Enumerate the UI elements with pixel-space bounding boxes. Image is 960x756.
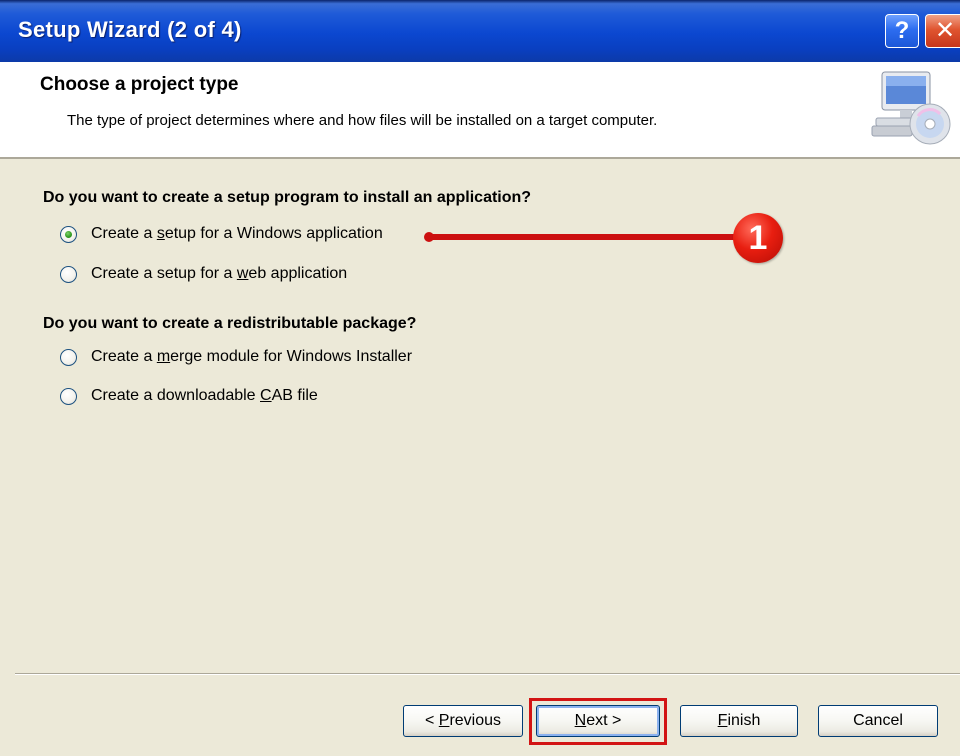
option-web-app[interactable]: Create a setup for a web application	[60, 262, 347, 286]
computer-cd-icon	[871, 71, 951, 145]
window-title: Setup Wizard (2 of 4)	[18, 17, 242, 42]
cancel-button[interactable]: Cancel	[818, 705, 938, 737]
page-description: The type of project determines where and…	[67, 112, 658, 129]
radio-web-app[interactable]	[60, 265, 77, 283]
setup-wizard-dialog: Setup Wizard (2 of 4) ? ✕ Choose a proje…	[0, 0, 960, 756]
option-windows-app[interactable]: Create a setup for a Windows application	[60, 222, 383, 246]
help-button[interactable]: ?	[885, 14, 919, 48]
annotation-badge: 1	[733, 213, 783, 263]
option-merge-module[interactable]: Create a merge module for Windows Instal…	[60, 345, 412, 369]
option-web-app-label[interactable]: Create a setup for a web application	[91, 265, 347, 283]
radio-merge-module[interactable]	[60, 348, 77, 366]
previous-button[interactable]: < Previous	[403, 705, 523, 737]
close-button[interactable]: ✕	[925, 14, 960, 48]
radio-windows-app[interactable]	[60, 225, 77, 243]
option-merge-module-label[interactable]: Create a merge module for Windows Instal…	[91, 348, 412, 366]
radio-cab-file[interactable]	[60, 387, 77, 405]
annotation-line-end	[424, 232, 434, 242]
footer-divider-highlight	[15, 674, 960, 675]
question-redistributable: Do you want to create a redistributable …	[43, 315, 417, 332]
option-cab-file-label[interactable]: Create a downloadable CAB file	[91, 387, 318, 405]
title-bar[interactable]: Setup Wizard (2 of 4) ? ✕	[0, 0, 960, 62]
question-setup-program: Do you want to create a setup program to…	[43, 189, 532, 206]
annotation-line	[425, 234, 737, 240]
option-cab-file[interactable]: Create a downloadable CAB file	[60, 384, 318, 408]
option-windows-app-label[interactable]: Create a setup for a Windows application	[91, 225, 383, 243]
next-button-highlight	[529, 698, 667, 745]
header-divider	[0, 157, 960, 159]
page-title: Choose a project type	[40, 74, 239, 95]
finish-button[interactable]: Finish	[680, 705, 798, 737]
